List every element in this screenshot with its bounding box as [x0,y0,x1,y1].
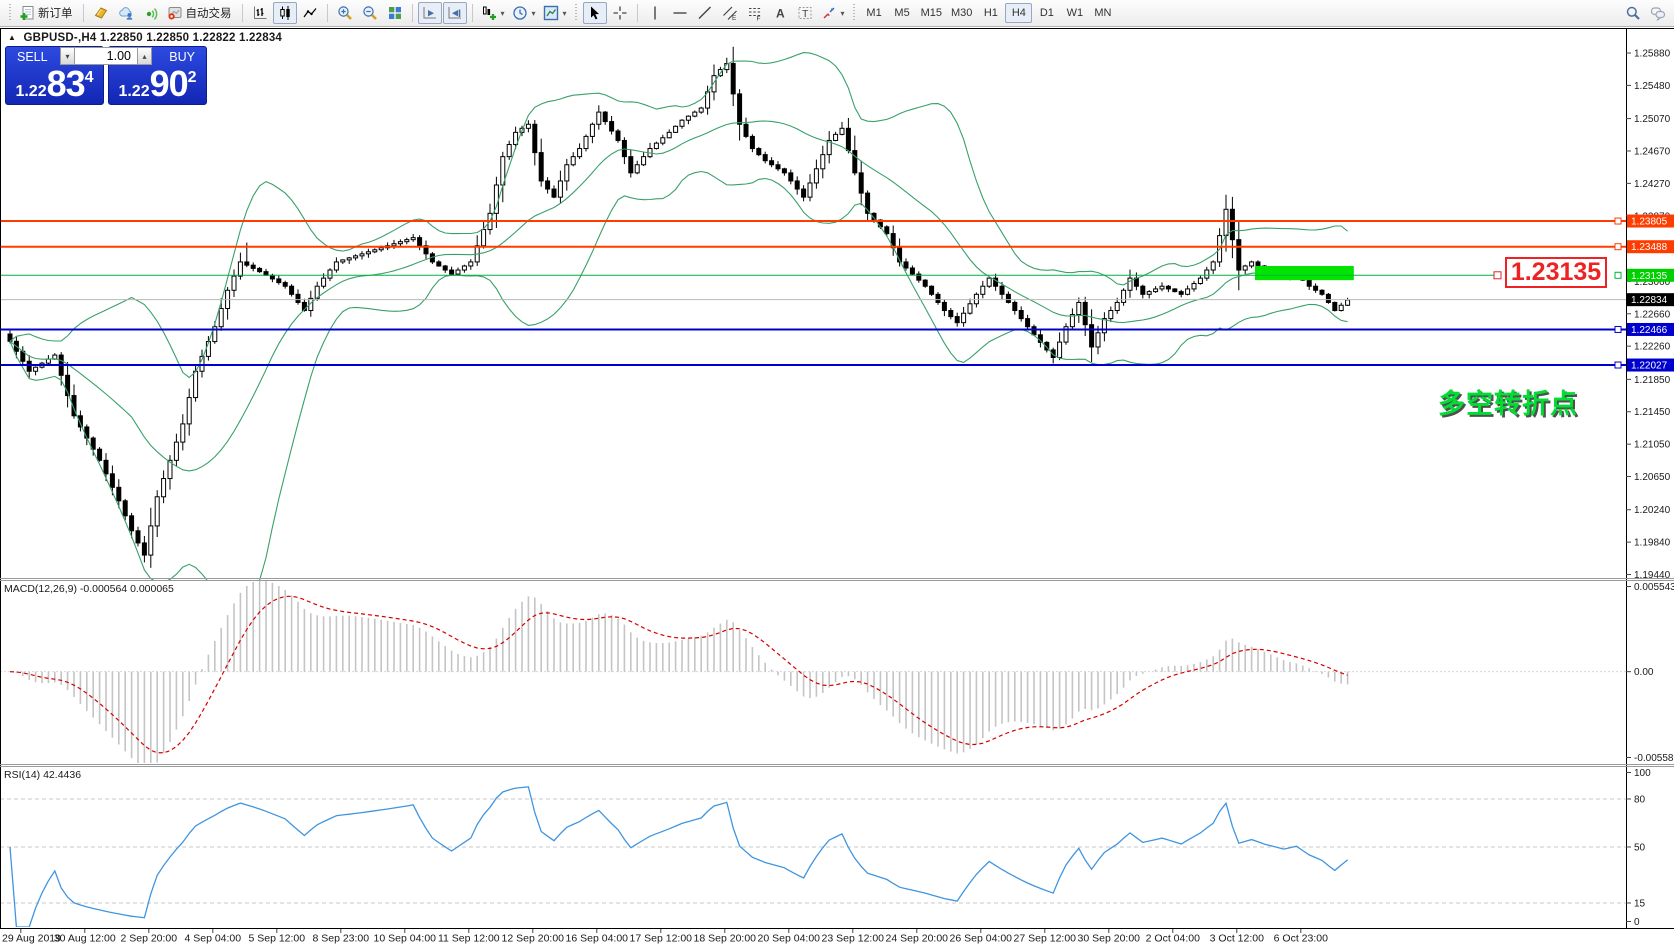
collapse-panel-icon[interactable]: ▲ [8,33,16,42]
time-tick-label: 17 Sep 12:00 [630,933,693,945]
axis-tick-label: 1.25070 [1634,114,1671,125]
time-tick-label: 29 Aug 2019 [2,933,61,945]
time-tick-label: 6 Oct 23:00 [1274,933,1328,945]
one-click-trading-panel: SELL 1.22834 BUY 1.22902 ▾ ▴ [5,46,207,105]
axis-tick-label: 1.20650 [1634,472,1671,483]
axis-tick-label: 1.19440 [1634,570,1671,581]
axis-tick-label: 1.24270 [1634,179,1671,190]
buy-price: 1.22902 [118,63,197,104]
rsi-line [9,786,1349,927]
line-anchor[interactable] [1614,271,1622,279]
axis-tick-label: 50 [1634,843,1646,854]
price-label-text: 1.22466 [1631,325,1668,336]
price-label-text: 1.22027 [1631,361,1668,372]
symbol-period: GBPUSD-,H4 [23,32,97,44]
price-label-text: 1.23805 [1631,217,1668,228]
ohlc-low: 1.22822 [192,32,236,44]
time-tick-label: 16 Sep 04:00 [566,933,629,945]
ohlc-open: 1.22850 [99,32,143,44]
price-label-text: 1.22834 [1631,295,1668,306]
volume-increase-button[interactable]: ▴ [137,47,152,65]
time-tick-label: 20 Sep 04:00 [758,933,821,945]
time-tick-label: 30 Aug 12:00 [54,933,116,945]
axis-tick-label: -0.005583 [1634,753,1674,764]
time-tick-label: 4 Sep 04:00 [184,933,241,945]
volume-control: ▾ ▴ [60,47,152,65]
volume-input[interactable] [75,47,137,65]
axis-tick-label: 1.19840 [1634,538,1671,549]
macd-histogram [15,581,1349,763]
line-anchor[interactable] [1614,325,1622,333]
time-tick-label: 10 Sep 04:00 [374,933,437,945]
time-tick-label: 2 Sep 20:00 [120,933,177,945]
time-tick-label: 2 Oct 04:00 [1146,933,1200,945]
time-tick-label: 5 Sep 12:00 [248,933,305,945]
time-tick-label: 11 Sep 12:00 [438,933,500,945]
time-tick-label: 24 Sep 20:00 [886,933,949,945]
axis-tick-label: 1.24670 [1634,146,1671,157]
chart-canvas[interactable]: 1.25880 1.25480 1.25070 1.24670 1.24270 1.238… [0,0,1674,950]
axis-tick-label: 0 [1634,917,1640,928]
macd-label: MACD(12,26,9) -0.000564 0.000065 [4,583,174,595]
mt4-window: 新订单 自动交易 ▾ ▾ ▾ E F A T ▾ M1 M5 M15 M30 H… [0,0,1674,950]
volume-decrease-button[interactable]: ▾ [60,47,75,65]
axis-tick-label: 1.21050 [1634,440,1671,451]
time-tick-label: 18 Sep 20:00 [694,933,757,945]
axis-tick-label: 1.21850 [1634,375,1671,386]
highlight-rectangle[interactable] [1255,265,1354,281]
axis-tick-label: 1.25480 [1634,81,1671,92]
time-tick-label: 12 Sep 20:00 [502,933,565,945]
axis-tick-label: 0.00 [1634,667,1654,678]
axis-tick-label: 1.22660 [1634,309,1671,320]
time-tick-label: 26 Sep 04:00 [950,933,1013,945]
turning-point-annotation[interactable]: 多空转折点 [1438,382,1578,421]
axis-tick-label: 0.005543 [1634,582,1674,593]
chart-title: ▲ GBPUSD-,H4 1.22850 1.22850 1.22822 1.2… [8,32,282,44]
axis-tick-label: 80 [1634,795,1646,806]
axis-tick-label: 1.20240 [1634,505,1671,516]
axis-tick-label: 1.25880 [1634,48,1671,59]
axis-tick-label: 100 [1634,768,1651,779]
time-tick-label: 27 Sep 12:00 [1014,933,1077,945]
axis-tick-label: 1.21450 [1634,407,1671,418]
time-tick-label: 3 Oct 12:00 [1210,933,1264,945]
line-anchor[interactable] [1614,217,1622,225]
line-anchor[interactable] [1614,361,1622,369]
buy-button[interactable]: BUY [169,50,195,64]
axis-tick-label: 1.22260 [1634,342,1671,353]
time-tick-label: 30 Sep 20:00 [1078,933,1141,945]
rsi-label: RSI(14) 42.4436 [4,769,82,781]
ohlc-close: 1.22834 [239,32,283,44]
price-callout-box[interactable]: 1.23135 [1505,257,1607,288]
sell-price: 1.22834 [15,63,94,104]
candle-series[interactable] [7,46,1351,568]
macd-signal-line [9,595,1348,754]
sell-button[interactable]: SELL [17,50,48,64]
price-label-text: 1.23488 [1631,242,1668,253]
line-anchor[interactable] [1614,243,1622,251]
time-tick-label: 8 Sep 23:00 [312,933,369,945]
bollinger-bands [9,52,1348,580]
line-anchor[interactable] [1493,271,1502,280]
time-tick-label: 23 Sep 12:00 [822,933,885,945]
price-label-text: 1.23135 [1631,271,1668,282]
ohlc-high: 1.22850 [146,32,190,44]
axis-tick-label: 15 [1634,899,1646,910]
